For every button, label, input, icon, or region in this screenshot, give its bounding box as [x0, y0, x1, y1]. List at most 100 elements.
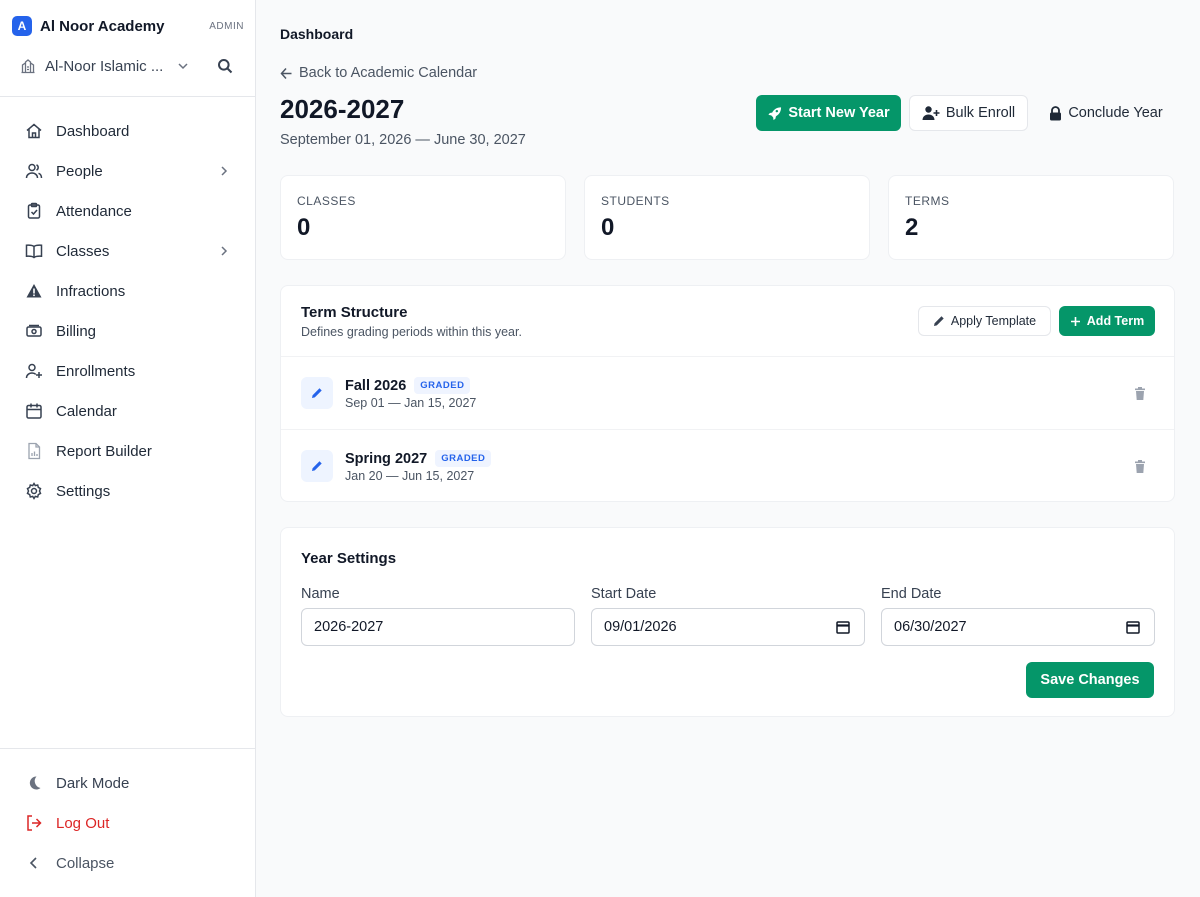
users-icon: [24, 161, 44, 181]
term-row: Spring 2027 GRADED Jan 20 — Jun 15, 2027: [281, 429, 1174, 501]
lock-icon: [1049, 105, 1062, 121]
sidebar-item-enrollments[interactable]: Enrollments: [12, 353, 244, 389]
term-row: Fall 2026 GRADED Sep 01 — Jan 15, 2027: [281, 356, 1174, 428]
start-new-year-label: Start New Year: [788, 105, 890, 121]
main-content: Dashboard Back to Academic Calendar 2026…: [256, 0, 1200, 897]
year-settings-card: Year Settings Name 2026-2027 Start Date …: [280, 527, 1175, 717]
sidebar-item-label: Infractions: [56, 282, 126, 300]
plus-icon: [1070, 316, 1081, 327]
user-plus-icon: [24, 361, 44, 381]
sidebar-item-label: Classes: [56, 242, 110, 260]
term-name: Spring 2027 GRADED: [345, 450, 492, 467]
start-date-value: 09/01/2026: [604, 619, 677, 635]
clipboard-check-icon: [24, 201, 44, 221]
page-title: 2026-2027: [280, 94, 405, 124]
add-term-button[interactable]: Add Term: [1059, 306, 1155, 336]
sidebar-item-dashboard[interactable]: Dashboard: [12, 113, 244, 149]
breadcrumb: Dashboard: [280, 26, 354, 42]
sidebar-item-label: Report Builder: [56, 442, 152, 460]
trash-icon[interactable]: [1132, 385, 1148, 401]
year-name-input[interactable]: 2026-2027: [301, 608, 575, 646]
brand-name: Al Noor Academy: [40, 17, 165, 35]
end-date-input[interactable]: 06/30/2027: [881, 608, 1155, 646]
chevron-right-icon: [218, 165, 230, 177]
add-term-label: Add Term: [1086, 314, 1145, 328]
status-badge: GRADED: [435, 450, 492, 467]
save-changes-button[interactable]: Save Changes: [1026, 662, 1154, 698]
school-selector[interactable]: Al-Noor Islamic ...: [20, 56, 190, 76]
pencil-icon: [312, 461, 322, 471]
pencil-icon: [312, 388, 322, 398]
stat-label: CLASSES: [297, 194, 356, 208]
conclude-year-label: Conclude Year: [1068, 105, 1163, 121]
name-label: Name: [301, 586, 340, 602]
home-icon: [24, 121, 44, 141]
school-name: Al-Noor Islamic ...: [45, 57, 164, 75]
stat-card-terms: TERMS 2: [888, 175, 1174, 260]
start-new-year-button[interactable]: Start New Year: [756, 95, 901, 131]
term-structure-subtitle: Defines grading periods within this year…: [301, 325, 522, 339]
end-date-value: 06/30/2027: [894, 619, 967, 635]
role-badge: ADMIN: [209, 20, 244, 32]
stat-card-students: STUDENTS 0: [584, 175, 870, 260]
stat-value: 0: [297, 214, 311, 241]
sidebar-item-label: Billing: [56, 322, 97, 340]
term-name-text: Fall 2026: [345, 377, 407, 394]
dark-mode-toggle[interactable]: Dark Mode: [12, 765, 244, 801]
back-link[interactable]: Back to Academic Calendar: [280, 64, 477, 82]
sidebar-item-classes[interactable]: Classes: [12, 233, 244, 269]
sidebar-item-report-builder[interactable]: Report Builder: [12, 433, 244, 469]
stat-label: TERMS: [905, 194, 950, 208]
back-link-label: Back to Academic Calendar: [299, 65, 478, 81]
chevron-right-icon: [218, 245, 230, 257]
bulk-enroll-button[interactable]: Bulk Enroll: [909, 95, 1028, 131]
conclude-year-button[interactable]: Conclude Year: [1036, 95, 1176, 131]
rocket-icon: [767, 106, 782, 121]
status-badge: GRADED: [414, 377, 471, 394]
stat-card-classes: CLASSES 0: [280, 175, 566, 260]
logout-label: Log Out: [56, 814, 110, 832]
brand: A Al Noor Academy ADMIN: [12, 16, 244, 36]
dark-mode-label: Dark Mode: [56, 774, 130, 792]
term-dates: Jan 20 — Jun 15, 2027: [345, 469, 475, 483]
collapse-label: Collapse: [56, 854, 115, 872]
stat-value: 2: [905, 214, 919, 241]
cash-icon: [24, 321, 44, 341]
sidebar-item-attendance[interactable]: Attendance: [12, 193, 244, 229]
apply-template-label: Apply Template: [950, 314, 1037, 328]
year-settings-title: Year Settings: [301, 550, 397, 567]
moon-icon: [24, 773, 44, 793]
calendar-icon[interactable]: [836, 620, 850, 634]
sidebar: A Al Noor Academy ADMIN Al-Noor Islamic …: [0, 0, 256, 897]
end-date-label: End Date: [881, 586, 942, 602]
sidebar-item-label: Calendar: [56, 402, 117, 420]
start-date-label: Start Date: [591, 586, 657, 602]
term-name: Fall 2026 GRADED: [345, 377, 471, 394]
school-building-icon: [20, 58, 36, 74]
logout-button[interactable]: Log Out: [12, 805, 244, 841]
sidebar-item-people[interactable]: People: [12, 153, 244, 189]
calendar-icon: [24, 401, 44, 421]
sidebar-item-label: Settings: [56, 482, 111, 500]
term-structure-card: Term Structure Defines grading periods w…: [280, 285, 1175, 502]
book-open-icon: [24, 241, 44, 261]
chevron-left-icon: [24, 853, 44, 873]
sidebar-divider: [0, 96, 255, 97]
search-icon[interactable]: [215, 56, 235, 76]
sidebar-item-calendar[interactable]: Calendar: [12, 393, 244, 429]
start-date-input[interactable]: 09/01/2026: [591, 608, 865, 646]
edit-term-button[interactable]: [301, 450, 333, 482]
apply-template-button[interactable]: Apply Template: [918, 306, 1051, 336]
stat-value: 0: [601, 214, 615, 241]
calendar-icon[interactable]: [1126, 620, 1140, 634]
edit-term-button[interactable]: [301, 377, 333, 409]
stat-label: STUDENTS: [601, 194, 670, 208]
sidebar-item-settings[interactable]: Settings: [12, 473, 244, 509]
collapse-button[interactable]: Collapse: [12, 845, 244, 881]
sidebar-item-label: Enrollments: [56, 362, 136, 380]
trash-icon[interactable]: [1132, 458, 1148, 474]
sidebar-bottom-divider: [0, 748, 255, 749]
sidebar-item-infractions[interactable]: Infractions: [12, 273, 244, 309]
bulk-enroll-label: Bulk Enroll: [945, 105, 1016, 121]
sidebar-item-billing[interactable]: Billing: [12, 313, 244, 349]
